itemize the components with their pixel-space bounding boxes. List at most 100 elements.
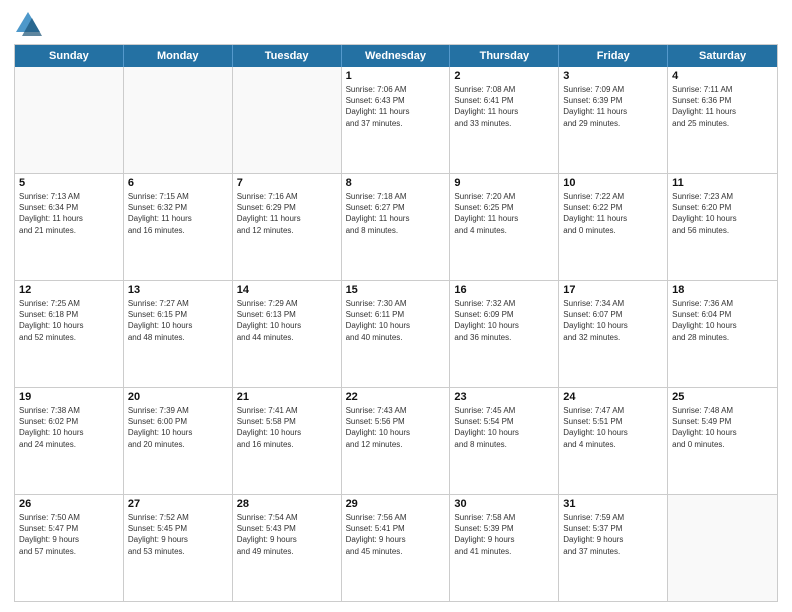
day-info: Sunrise: 7:41 AM Sunset: 5:58 PM Dayligh…: [237, 405, 337, 450]
calendar-header-cell: Thursday: [450, 45, 559, 67]
header: [14, 10, 778, 38]
calendar-cell: 18 Sunrise: 7:36 AM Sunset: 6:04 PM Dayli…: [668, 281, 777, 387]
day-number: 27: [128, 498, 228, 510]
day-info: Sunrise: 7:13 AM Sunset: 6:34 PM Dayligh…: [19, 191, 119, 236]
day-info: Sunrise: 7:32 AM Sunset: 6:09 PM Dayligh…: [454, 298, 554, 343]
day-number: 11: [672, 177, 773, 189]
day-number: 30: [454, 498, 554, 510]
day-number: 18: [672, 284, 773, 296]
calendar-cell: 8Sunrise: 7:18 AM Sunset: 6:27 PM Daylig…: [342, 174, 451, 280]
calendar-cell: 3Sunrise: 7:09 AM Sunset: 6:39 PM Daylig…: [559, 67, 668, 173]
calendar-cell: [668, 495, 777, 601]
day-info: Sunrise: 7:52 AM Sunset: 5:45 PM Dayligh…: [128, 512, 228, 557]
day-info: Sunrise: 7:06 AM Sunset: 6:43 PM Dayligh…: [346, 84, 446, 129]
calendar-cell: [15, 67, 124, 173]
day-number: 16: [454, 284, 554, 296]
day-number: 6: [128, 177, 228, 189]
calendar-header-cell: Tuesday: [233, 45, 342, 67]
page: SundayMondayTuesdayWednesdayThursdayFrid…: [0, 0, 792, 612]
calendar-cell: 17Sunrise: 7:34 AM Sunset: 6:07 PM Dayli…: [559, 281, 668, 387]
day-number: 21: [237, 391, 337, 403]
calendar-cell: 7 Sunrise: 7:16 AM Sunset: 6:29 PM Daylig…: [233, 174, 342, 280]
calendar-cell: 5 Sunrise: 7:13 AM Sunset: 6:34 PM Daylig…: [15, 174, 124, 280]
day-info: Sunrise: 7:27 AM Sunset: 6:15 PM Dayligh…: [128, 298, 228, 343]
calendar-cell: 4 Sunrise: 7:11 AM Sunset: 6:36 PM Daylig…: [668, 67, 777, 173]
day-info: Sunrise: 7:15 AM Sunset: 6:32 PM Dayligh…: [128, 191, 228, 236]
day-info: Sunrise: 7:36 AM Sunset: 6:04 PM Dayligh…: [672, 298, 773, 343]
day-info: Sunrise: 7:58 AM Sunset: 5:39 PM Dayligh…: [454, 512, 554, 557]
day-info: Sunrise: 7:59 AM Sunset: 5:37 PM Dayligh…: [563, 512, 663, 557]
calendar-cell: 25 Sunrise: 7:48 AM Sunset: 5:49 PM Dayli…: [668, 388, 777, 494]
day-number: 26: [19, 498, 119, 510]
day-number: 17: [563, 284, 663, 296]
calendar-cell: 12Sunrise: 7:25 AM Sunset: 6:18 PM Dayli…: [15, 281, 124, 387]
day-number: 4: [672, 70, 773, 82]
day-info: Sunrise: 7:16 AM Sunset: 6:29 PM Dayligh…: [237, 191, 337, 236]
day-info: Sunrise: 7:22 AM Sunset: 6:22 PM Dayligh…: [563, 191, 663, 236]
day-number: 3: [563, 70, 663, 82]
day-number: 7: [237, 177, 337, 189]
day-info: Sunrise: 7:18 AM Sunset: 6:27 PM Dayligh…: [346, 191, 446, 236]
day-number: 10: [563, 177, 663, 189]
day-number: 5: [19, 177, 119, 189]
day-number: 2: [454, 70, 554, 82]
day-info: Sunrise: 7:29 AM Sunset: 6:13 PM Dayligh…: [237, 298, 337, 343]
day-info: Sunrise: 7:20 AM Sunset: 6:25 PM Dayligh…: [454, 191, 554, 236]
calendar-cell: 20Sunrise: 7:39 AM Sunset: 6:00 PM Dayli…: [124, 388, 233, 494]
calendar-cell: 2 Sunrise: 7:08 AM Sunset: 6:41 PM Daylig…: [450, 67, 559, 173]
calendar-cell: [233, 67, 342, 173]
calendar-cell: 29Sunrise: 7:56 AM Sunset: 5:41 PM Dayli…: [342, 495, 451, 601]
calendar-cell: 22 Sunrise: 7:43 AM Sunset: 5:56 PM Dayli…: [342, 388, 451, 494]
day-number: 23: [454, 391, 554, 403]
calendar-header-cell: Friday: [559, 45, 668, 67]
calendar-header-cell: Saturday: [668, 45, 777, 67]
calendar-cell: 21 Sunrise: 7:41 AM Sunset: 5:58 PM Dayli…: [233, 388, 342, 494]
logo: [14, 10, 46, 38]
calendar-week-row: 26Sunrise: 7:50 AM Sunset: 5:47 PM Dayli…: [15, 494, 777, 601]
day-info: Sunrise: 7:23 AM Sunset: 6:20 PM Dayligh…: [672, 191, 773, 236]
calendar-cell: 16 Sunrise: 7:32 AM Sunset: 6:09 PM Dayli…: [450, 281, 559, 387]
day-number: 19: [19, 391, 119, 403]
day-info: Sunrise: 7:11 AM Sunset: 6:36 PM Dayligh…: [672, 84, 773, 129]
day-info: Sunrise: 7:47 AM Sunset: 5:51 PM Dayligh…: [563, 405, 663, 450]
calendar-cell: 23 Sunrise: 7:45 AM Sunset: 5:54 PM Dayli…: [450, 388, 559, 494]
day-number: 22: [346, 391, 446, 403]
calendar-cell: 26Sunrise: 7:50 AM Sunset: 5:47 PM Dayli…: [15, 495, 124, 601]
day-number: 15: [346, 284, 446, 296]
logo-icon: [14, 10, 42, 38]
calendar-week-row: 19 Sunrise: 7:38 AM Sunset: 6:02 PM Dayli…: [15, 387, 777, 494]
calendar-week-row: 5 Sunrise: 7:13 AM Sunset: 6:34 PM Daylig…: [15, 173, 777, 280]
calendar-week-row: 12Sunrise: 7:25 AM Sunset: 6:18 PM Dayli…: [15, 280, 777, 387]
calendar-header-cell: Wednesday: [342, 45, 451, 67]
day-info: Sunrise: 7:54 AM Sunset: 5:43 PM Dayligh…: [237, 512, 337, 557]
day-number: 1: [346, 70, 446, 82]
calendar-cell: [124, 67, 233, 173]
day-info: Sunrise: 7:45 AM Sunset: 5:54 PM Dayligh…: [454, 405, 554, 450]
calendar-cell: 1 Sunrise: 7:06 AM Sunset: 6:43 PM Daylig…: [342, 67, 451, 173]
day-info: Sunrise: 7:25 AM Sunset: 6:18 PM Dayligh…: [19, 298, 119, 343]
day-number: 25: [672, 391, 773, 403]
calendar-cell: 14 Sunrise: 7:29 AM Sunset: 6:13 PM Dayli…: [233, 281, 342, 387]
calendar-cell: 11 Sunrise: 7:23 AM Sunset: 6:20 PM Dayli…: [668, 174, 777, 280]
calendar-body: 1 Sunrise: 7:06 AM Sunset: 6:43 PM Daylig…: [15, 67, 777, 601]
calendar-cell: 28 Sunrise: 7:54 AM Sunset: 5:43 PM Dayli…: [233, 495, 342, 601]
day-number: 28: [237, 498, 337, 510]
calendar: SundayMondayTuesdayWednesdayThursdayFrid…: [14, 44, 778, 602]
day-number: 20: [128, 391, 228, 403]
calendar-cell: 13Sunrise: 7:27 AM Sunset: 6:15 PM Dayli…: [124, 281, 233, 387]
day-info: Sunrise: 7:30 AM Sunset: 6:11 PM Dayligh…: [346, 298, 446, 343]
day-info: Sunrise: 7:48 AM Sunset: 5:49 PM Dayligh…: [672, 405, 773, 450]
day-info: Sunrise: 7:43 AM Sunset: 5:56 PM Dayligh…: [346, 405, 446, 450]
day-number: 24: [563, 391, 663, 403]
day-number: 14: [237, 284, 337, 296]
day-number: 31: [563, 498, 663, 510]
calendar-header-cell: Sunday: [15, 45, 124, 67]
day-number: 9: [454, 177, 554, 189]
day-info: Sunrise: 7:38 AM Sunset: 6:02 PM Dayligh…: [19, 405, 119, 450]
calendar-cell: 6 Sunrise: 7:15 AM Sunset: 6:32 PM Daylig…: [124, 174, 233, 280]
day-info: Sunrise: 7:56 AM Sunset: 5:41 PM Dayligh…: [346, 512, 446, 557]
calendar-header-cell: Monday: [124, 45, 233, 67]
calendar-cell: 24 Sunrise: 7:47 AM Sunset: 5:51 PM Dayli…: [559, 388, 668, 494]
calendar-cell: 19 Sunrise: 7:38 AM Sunset: 6:02 PM Dayli…: [15, 388, 124, 494]
day-info: Sunrise: 7:08 AM Sunset: 6:41 PM Dayligh…: [454, 84, 554, 129]
